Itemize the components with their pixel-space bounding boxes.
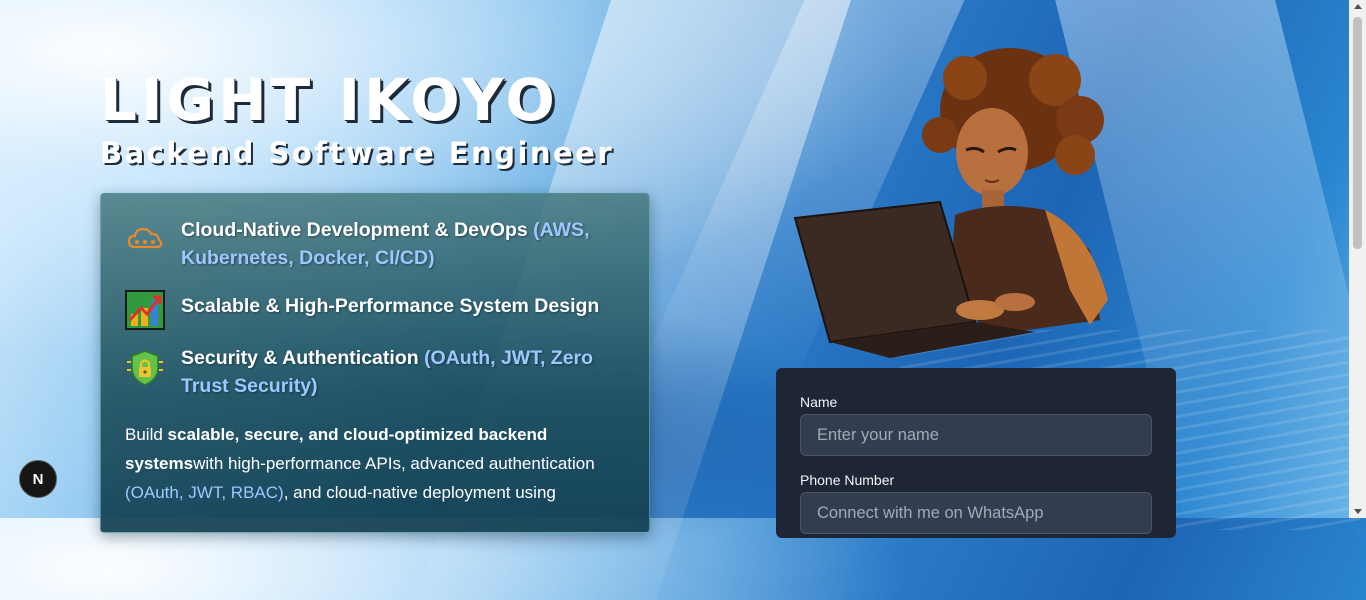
name-input[interactable] xyxy=(800,414,1152,456)
bio-text: with high-performance APIs, advanced aut… xyxy=(193,454,595,473)
growth-chart-icon xyxy=(125,290,165,330)
skill-item-security: Security & Authentication (OAuth, JWT, Z… xyxy=(125,344,625,400)
phone-label: Phone Number xyxy=(800,472,895,488)
nextjs-dev-badge[interactable]: N xyxy=(19,460,57,498)
contact-form: Name Phone Number xyxy=(776,368,1176,538)
skill-item-system-design: Scalable & High-Performance System Desig… xyxy=(125,286,625,330)
scroll-up-arrow-icon[interactable] xyxy=(1354,4,1362,9)
skill-title: Scalable & High-Performance System Desig… xyxy=(181,295,600,317)
skills-card: Cloud-Native Development & DevOps (AWS, … xyxy=(100,193,650,533)
scrollbar-thumb[interactable] xyxy=(1353,17,1362,249)
name-label: Name xyxy=(800,394,838,410)
page-scrollbar[interactable] xyxy=(1349,0,1366,518)
skill-title: Security & Authentication xyxy=(181,347,419,369)
bio-text: Build xyxy=(125,425,168,444)
developer-illustration xyxy=(790,40,1150,360)
hero-title: LIGHT IKOYO xyxy=(100,66,559,134)
security-shield-icon xyxy=(125,348,165,388)
skill-item-cloud: Cloud-Native Development & DevOps (AWS, … xyxy=(125,216,625,272)
scroll-down-arrow-icon[interactable] xyxy=(1354,509,1362,514)
skill-title: Cloud-Native Development & DevOps xyxy=(181,219,528,241)
bio-paragraph: Build scalable, secure, and cloud-optimi… xyxy=(125,420,625,507)
bio-text: , and cloud-native deployment using xyxy=(283,483,556,502)
hero-subtitle: Backend Software Engineer xyxy=(100,136,615,170)
phone-input[interactable] xyxy=(800,492,1152,534)
cloud-icon xyxy=(125,220,165,260)
bio-tech: (OAuth, JWT, RBAC) xyxy=(125,483,284,502)
nextjs-logo-icon: N xyxy=(32,470,44,488)
